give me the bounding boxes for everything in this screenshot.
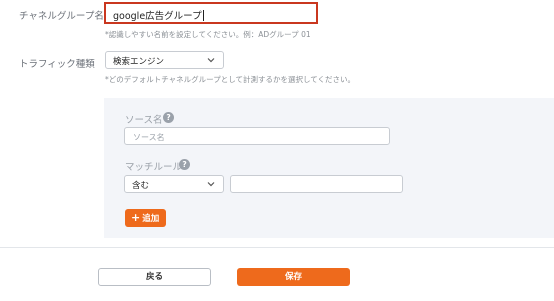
match-rule-help-icon[interactable]: ? [179, 159, 190, 170]
traffic-type-select[interactable]: 検索エンジン [105, 51, 224, 69]
chevron-down-icon [207, 182, 215, 187]
plus-icon: + [131, 211, 141, 224]
divider [0, 247, 554, 248]
back-button[interactable]: 戻る [98, 268, 211, 286]
text-caret [202, 10, 204, 21]
traffic-type-hint: *どのデフォルトチャネルグループとして計測するかを選択してください。 [105, 75, 356, 84]
add-rule-button[interactable]: + 追加 [125, 209, 166, 227]
save-button[interactable]: 保存 [237, 268, 350, 286]
channel-group-value: google広告グループ [113, 11, 202, 22]
match-rule-label: マッチルール [125, 162, 183, 173]
match-value-input[interactable] [230, 175, 403, 193]
match-rule-select[interactable]: 含む [124, 175, 224, 193]
traffic-type-label: トラフィック種類 [19, 59, 95, 70]
add-rule-label: 追加 [142, 214, 160, 224]
channel-group-input[interactable]: google広告グループ [104, 2, 318, 24]
traffic-type-value: 検索エンジン [113, 57, 165, 67]
source-input[interactable]: ソース名 [124, 127, 390, 145]
source-help-icon[interactable]: ? [163, 112, 174, 123]
channel-group-hint: *認識しやすい名前を設定してください。例：ADグループ 01 [105, 30, 311, 39]
channel-group-label: チャネルグループ名 [19, 11, 104, 22]
chevron-down-icon [207, 58, 215, 63]
match-rule-value: 含む [132, 181, 150, 191]
source-label: ソース名 [125, 115, 163, 126]
